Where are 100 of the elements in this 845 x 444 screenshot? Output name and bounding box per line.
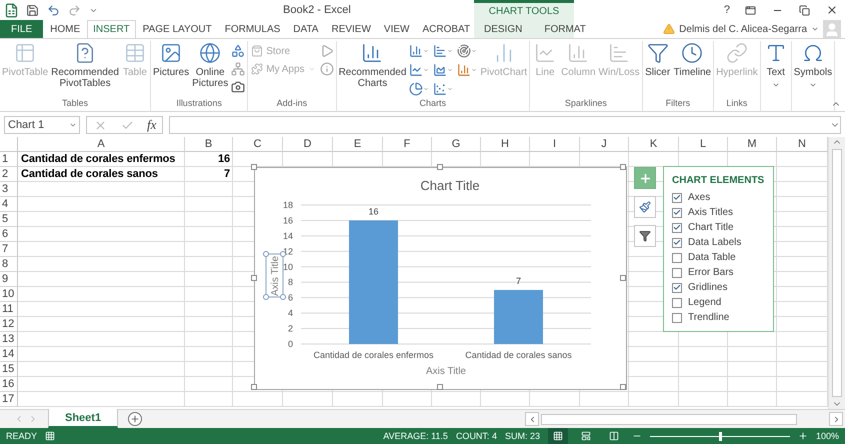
resize-handle[interactable] [437,164,443,170]
shapes-button[interactable] [230,43,246,59]
scroll-thumb[interactable] [832,149,842,397]
checkbox[interactable] [672,192,682,202]
chart-title[interactable]: Chart Title [420,178,480,193]
ribbon-tab[interactable]: ACROBAT [416,20,476,38]
scroll-thumb[interactable] [541,414,797,424]
row-header[interactable]: 3 [0,182,18,197]
row-header[interactable]: 12 [0,317,18,332]
chart-type-button[interactable] [456,62,478,78]
chart-type-button[interactable] [408,62,430,78]
checkbox[interactable] [672,298,682,308]
row-header[interactable]: 6 [0,227,18,242]
row-header[interactable]: 13 [0,332,18,347]
new-sheet-button[interactable] [128,412,142,426]
restore-button[interactable] [798,4,811,16]
chart-type-button[interactable] [408,81,430,97]
sheet-tab[interactable]: Sheet1 [48,409,118,428]
ribbon-tab[interactable]: VIEW [378,20,416,38]
ribbon-tab[interactable]: FORMULAS [218,20,286,38]
chart-element-option[interactable]: Error Bars [672,266,765,279]
row-header[interactable]: 17 [0,392,18,407]
name-box[interactable]: Chart 1 [4,116,80,134]
ribbon-button[interactable]: Symbols [792,41,834,90]
zoom-in-icon[interactable] [798,431,808,441]
resize-handle[interactable] [620,384,626,390]
row-header[interactable]: 7 [0,242,18,257]
ribbon-button[interactable]: Text [762,41,790,90]
resize-handle[interactable] [620,275,626,281]
zoom-level[interactable]: 100% [816,431,839,441]
row-header[interactable]: 2 [0,167,18,182]
resize-handle[interactable] [620,164,626,170]
checkbox[interactable] [672,252,682,262]
row-header[interactable]: 1 [0,152,18,167]
ribbon-button[interactable]: Pictures [152,41,190,79]
chart-filters-button[interactable] [634,225,656,247]
view-button[interactable] [548,428,568,444]
chart-element-option[interactable]: Legend [672,296,765,309]
chart-element-option[interactable]: Gridlines [672,281,765,294]
formula-input[interactable] [169,116,841,134]
help-button[interactable]: ? [724,4,730,16]
row-header[interactable]: 5 [0,212,18,227]
checkbox[interactable] [672,312,682,322]
row-header[interactable]: 11 [0,302,18,317]
checkbox[interactable] [672,222,682,232]
chart-element-option[interactable]: Chart Title [672,221,765,234]
status-sum: SUM: 23 [504,431,540,441]
resize-handle[interactable] [251,275,257,281]
resize-handle[interactable] [437,384,443,390]
insert-function-button[interactable]: fx [147,117,156,133]
chart-elements-button[interactable] [634,167,656,189]
chart-element-option[interactable]: Axes [672,191,765,204]
chart-type-button[interactable] [432,81,454,97]
ribbon-tab[interactable]: HOME [44,20,86,38]
resize-handle[interactable] [251,384,257,390]
row-header[interactable]: 16 [0,377,18,392]
scroll-left-button[interactable] [525,412,539,426]
resize-handle[interactable] [251,164,257,170]
chart-element-option[interactable]: Data Labels [672,236,765,249]
chart-type-button[interactable] [432,43,454,59]
row-header[interactable]: 9 [0,272,18,287]
undo-button[interactable] [46,2,61,18]
ribbon-button[interactable]: Recommended Charts [338,41,408,90]
axis-tick-label: 16 [282,215,293,226]
save-button[interactable] [25,2,40,18]
checkbox[interactable] [672,268,682,278]
warning-icon [663,23,676,35]
ribbon-tab[interactable]: FORMAT [538,20,592,38]
chart-element-option[interactable]: Trendline [672,311,765,324]
chart-element-option[interactable]: Axis Titles [672,206,765,219]
axis-title[interactable]: Axis Title [426,366,466,377]
ribbon-tab[interactable]: FILE [0,20,44,38]
ribbon-tab[interactable]: DATA [287,20,324,38]
checkbox[interactable] [672,282,682,292]
checkbox[interactable] [672,208,682,218]
scroll-right-button[interactable] [829,412,843,426]
ribbon-button[interactable]: Recommended PivotTables [50,41,120,90]
chart-type-button[interactable] [408,43,430,59]
ribbon-button[interactable]: Slicer [644,41,672,79]
row-header[interactable]: 10 [0,287,18,302]
row-header[interactable]: 8 [0,257,18,272]
chart-element-option[interactable]: Data Table [672,251,765,264]
ribbon-tab[interactable]: PAGE LAYOUT [136,20,218,38]
chart-styles-button[interactable] [634,196,656,218]
row-header[interactable]: 14 [0,347,18,362]
zoom-thumb[interactable] [718,432,722,440]
row-header[interactable]: 15 [0,362,18,377]
checkbox[interactable] [672,238,682,248]
chart-type-button[interactable] [432,62,454,78]
user-name[interactable]: Delmis del C. Alicea-Segarra [679,24,807,34]
ribbon-display-button[interactable] [744,4,757,16]
caret-icon[interactable] [69,121,77,129]
ribbon-button[interactable]: Online Pictures [191,41,230,90]
caret-icon [811,25,819,33]
row-header[interactable]: 4 [0,197,18,212]
chart-type-button[interactable] [456,43,478,59]
ribbon-tab[interactable]: REVIEW [325,20,377,38]
screenshot-button[interactable] [230,79,246,95]
ribbon-tab[interactable]: INSERT [87,20,136,38]
ribbon-button[interactable]: Timeline [672,41,712,79]
